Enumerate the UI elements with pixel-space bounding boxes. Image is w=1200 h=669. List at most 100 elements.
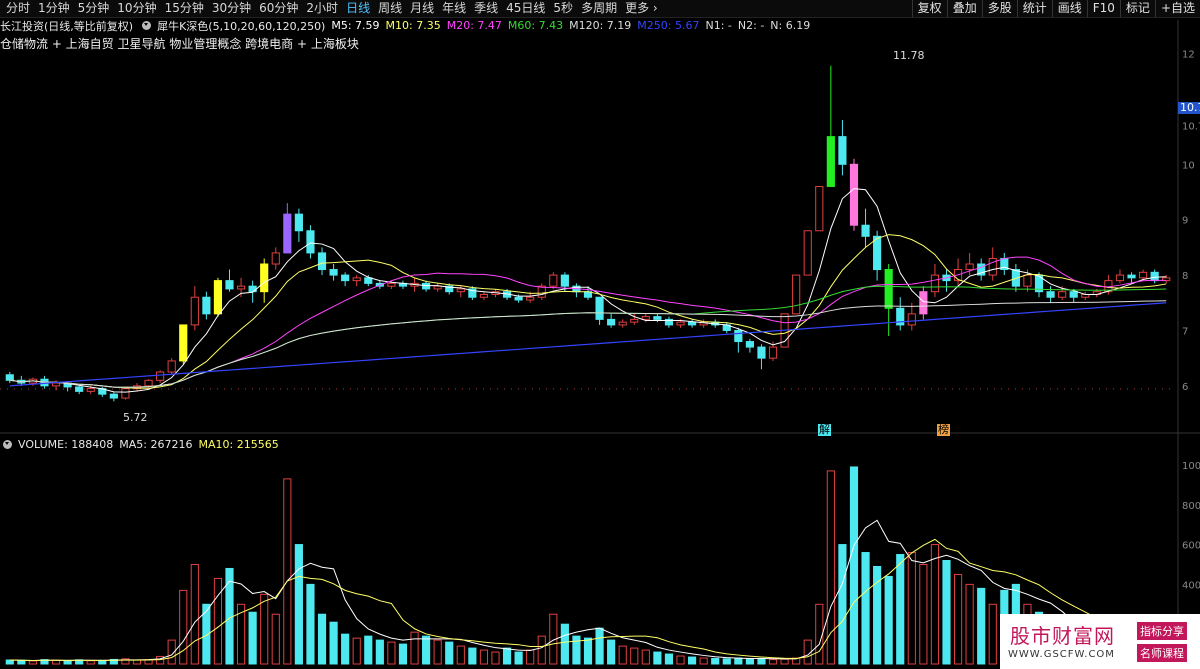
volume-axis-tick: 600 (1182, 541, 1200, 552)
candle-body (1115, 274, 1125, 282)
volume-bar (433, 639, 442, 665)
candle-body (306, 230, 315, 254)
watermark-tag-course: 名师课程 (1137, 644, 1187, 662)
candle-body (768, 346, 778, 359)
volume-bar (745, 658, 754, 665)
event-marker-jie[interactable]: 解 (818, 424, 831, 436)
volume-bar (583, 637, 593, 665)
watermark: 股市财富网 WWW.GSCFW.COM 指标分享 名师课程 (1000, 614, 1200, 669)
candle-body (1046, 291, 1055, 298)
candle-body (641, 316, 650, 320)
volume-bar (190, 563, 199, 665)
candle-body (271, 252, 280, 265)
volume-bar (537, 635, 546, 665)
candle-body (202, 296, 211, 315)
candle-body (687, 321, 697, 326)
volume-bar (422, 635, 431, 665)
volume-bar (410, 631, 419, 665)
candle-body (387, 282, 396, 287)
volume-bar (260, 593, 269, 665)
candle-body (213, 280, 223, 315)
volume-bar (514, 651, 523, 665)
price-axis-tick: 10 (1182, 160, 1195, 171)
volume-bar (919, 563, 928, 665)
candle-body (75, 386, 84, 392)
candle-body (907, 313, 916, 326)
event-marker-bang[interactable]: 榜 (937, 424, 950, 436)
volume-bar (618, 645, 627, 665)
high-price-label: 11.78 (893, 49, 925, 62)
volume-bar (445, 641, 454, 665)
volume-bar (930, 544, 940, 665)
candle-body (849, 163, 859, 226)
volume-bar (5, 659, 14, 665)
volume-bar (387, 641, 396, 665)
candle-body (144, 379, 153, 387)
volume-bar (364, 635, 373, 665)
candle-body (1127, 274, 1136, 279)
volume-bar (884, 575, 893, 665)
candle-body (930, 274, 940, 293)
candle-body (676, 321, 685, 326)
candle-body (861, 224, 870, 237)
volume-bar (711, 657, 720, 665)
volume-bar (699, 657, 708, 665)
candle-body (1139, 271, 1148, 279)
candle-body (1150, 271, 1159, 282)
volume-bar (722, 658, 731, 665)
candle-body (329, 269, 338, 276)
price-axis-tick: 10.7 (1182, 122, 1200, 133)
volume-bar (329, 621, 338, 665)
volume-bar (271, 613, 280, 665)
volume-bar (248, 611, 257, 665)
candle-body (514, 296, 523, 301)
volume-bar (988, 603, 997, 665)
candle-body (826, 136, 835, 187)
volume-bar (526, 649, 535, 665)
volume-axis-tick: 800 (1182, 501, 1200, 512)
candle-body (167, 360, 176, 373)
volume-bar (942, 559, 951, 665)
candle-body (317, 252, 327, 271)
candle-body (51, 382, 61, 387)
candle-body (618, 321, 627, 326)
candle-body (283, 213, 292, 254)
candle-body (248, 285, 257, 293)
candle-body (803, 230, 812, 276)
volume-bar (687, 656, 697, 665)
candle-body (919, 291, 928, 315)
candle-body (433, 285, 442, 290)
volume-bar (664, 653, 674, 665)
volume-bar (86, 660, 95, 665)
price-axis-tick: 7 (1182, 326, 1188, 337)
volume-bar (861, 552, 870, 665)
volume-bar (572, 635, 581, 665)
volume-bar (317, 613, 327, 665)
watermark-url: WWW.GSCFW.COM (1008, 649, 1115, 660)
candle-body (595, 296, 604, 320)
candle-body (653, 316, 662, 320)
candle-body (734, 329, 743, 343)
volume-bar (896, 554, 905, 665)
kline-chart[interactable]: 121110.71098761000800600400200 (0, 0, 1200, 669)
candle-body (190, 296, 199, 326)
candle-body (549, 274, 558, 287)
candle-body (156, 371, 165, 381)
candle-body (757, 346, 766, 359)
volume-bar (838, 544, 847, 665)
candle-body (1058, 291, 1067, 298)
candle-body (965, 263, 974, 271)
volume-bar (236, 603, 246, 665)
candle-body (294, 213, 303, 232)
price-axis-tick: 12 (1182, 50, 1195, 61)
candle-body (341, 274, 350, 282)
volume-bar (306, 583, 315, 665)
volume-bar (63, 660, 72, 665)
volume-bar (468, 647, 477, 665)
volume-bar (815, 603, 824, 665)
volume-bar (734, 657, 743, 665)
candle-body (5, 374, 14, 381)
candle-body (236, 285, 246, 290)
volume-axis-tick: 1000 (1182, 461, 1200, 472)
candle-body (364, 277, 373, 284)
